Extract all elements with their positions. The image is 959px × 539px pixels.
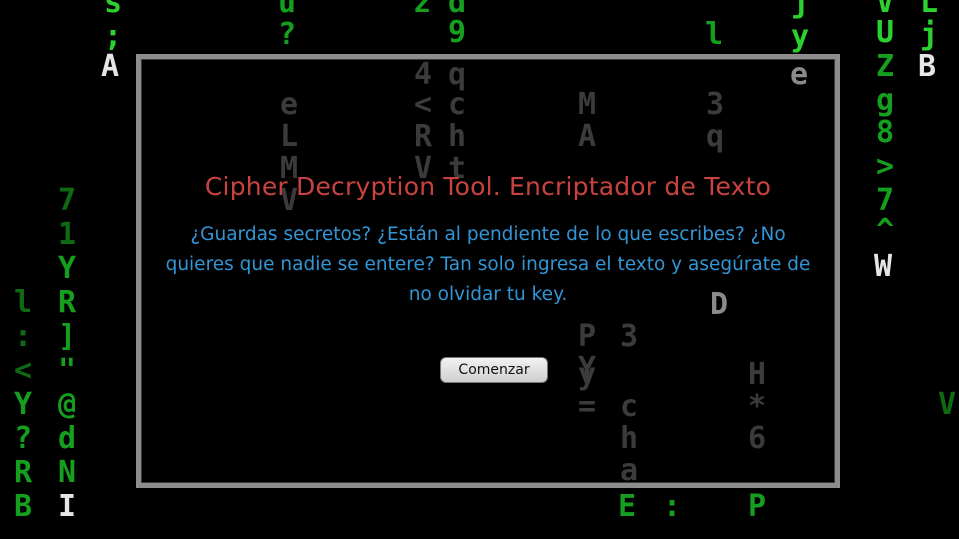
matrix-glyph: : bbox=[13, 319, 33, 354]
matrix-glyph: B bbox=[917, 49, 937, 84]
matrix-glyph: c bbox=[447, 87, 467, 122]
matrix-glyph: P bbox=[577, 319, 597, 354]
matrix-glyph: ? bbox=[13, 421, 33, 456]
matrix-glyph: R bbox=[13, 455, 33, 490]
matrix-glyph: l bbox=[704, 17, 724, 52]
matrix-glyph: A bbox=[100, 49, 120, 84]
matrix-glyph: " bbox=[57, 353, 77, 388]
matrix-glyph: B bbox=[13, 489, 33, 524]
matrix-glyph: Z bbox=[875, 49, 895, 84]
matrix-glyph: h bbox=[447, 119, 467, 154]
matrix-glyph: A bbox=[577, 119, 597, 154]
matrix-glyph: 9 bbox=[447, 15, 467, 50]
matrix-glyph: R bbox=[57, 285, 77, 320]
matrix-glyph: * bbox=[747, 389, 767, 424]
dialog-title: Cipher Decryption Tool. Encriptador de T… bbox=[204, 172, 772, 201]
matrix-glyph: Y bbox=[57, 251, 77, 286]
matrix-glyph: L bbox=[919, 0, 939, 20]
matrix-glyph: e bbox=[789, 57, 809, 92]
matrix-glyph: ^ bbox=[875, 213, 895, 248]
matrix-glyph: N bbox=[57, 455, 77, 490]
matrix-glyph: U bbox=[875, 15, 895, 50]
matrix-glyph: ] bbox=[57, 319, 77, 354]
matrix-glyph: 3 bbox=[619, 319, 639, 354]
matrix-glyph: = bbox=[577, 389, 597, 424]
start-button[interactable]: Comenzar bbox=[440, 357, 548, 383]
matrix-glyph: V bbox=[937, 387, 957, 422]
matrix-glyph: 6 bbox=[747, 421, 767, 456]
matrix-glyph: 8 bbox=[875, 115, 895, 150]
matrix-glyph: ; bbox=[103, 19, 123, 54]
matrix-glyph: M bbox=[577, 87, 597, 122]
matrix-background: s ; A u ? z d 9 j y l L V U j Z B g 8 > … bbox=[0, 0, 959, 539]
welcome-dialog: e L M V 4 q < c R h V t M A P Y c h a 3 … bbox=[136, 54, 840, 488]
matrix-glyph: I bbox=[57, 489, 77, 524]
matrix-glyph: q bbox=[447, 57, 467, 92]
matrix-glyph: : bbox=[662, 489, 682, 524]
matrix-glyph: @ bbox=[57, 387, 77, 422]
matrix-glyph: j bbox=[919, 17, 939, 52]
matrix-glyph: z bbox=[412, 0, 432, 20]
dialog-description: ¿Guardas secretos? ¿Están al pendiente d… bbox=[165, 224, 811, 305]
matrix-glyph: q bbox=[705, 119, 725, 154]
matrix-glyph: R bbox=[413, 119, 433, 154]
matrix-glyph: y bbox=[790, 19, 810, 54]
matrix-glyph: Y bbox=[13, 387, 33, 422]
matrix-glyph: E bbox=[617, 489, 637, 524]
matrix-glyph: 3 bbox=[705, 87, 725, 122]
matrix-glyph: u bbox=[277, 0, 297, 20]
matrix-glyph: 7 bbox=[57, 183, 77, 218]
matrix-glyph: H bbox=[747, 357, 767, 392]
matrix-glyph: 1 bbox=[57, 217, 77, 252]
matrix-glyph: ? bbox=[277, 17, 297, 52]
matrix-glyph: j bbox=[790, 0, 810, 20]
matrix-glyph: < bbox=[13, 353, 33, 388]
matrix-glyph: d bbox=[57, 421, 77, 456]
dialog-content: e L M V 4 q < c R h V t M A P Y c h a 3 … bbox=[141, 57, 835, 488]
matrix-glyph: g bbox=[875, 83, 895, 118]
matrix-glyph: < bbox=[413, 87, 433, 122]
matrix-glyph: s bbox=[103, 0, 123, 20]
matrix-glyph: P bbox=[747, 489, 767, 524]
matrix-glyph: W bbox=[873, 249, 893, 284]
matrix-glyph: 4 bbox=[413, 57, 433, 92]
matrix-glyph: > bbox=[875, 149, 895, 184]
matrix-glyph: a bbox=[619, 453, 639, 488]
matrix-glyph: l bbox=[13, 285, 33, 320]
matrix-glyph: L bbox=[279, 119, 299, 154]
matrix-glyph: h bbox=[619, 421, 639, 456]
matrix-glyph: e bbox=[279, 87, 299, 122]
matrix-glyph: y bbox=[577, 357, 597, 392]
matrix-glyph: c bbox=[619, 389, 639, 424]
matrix-glyph: 7 bbox=[875, 183, 895, 218]
